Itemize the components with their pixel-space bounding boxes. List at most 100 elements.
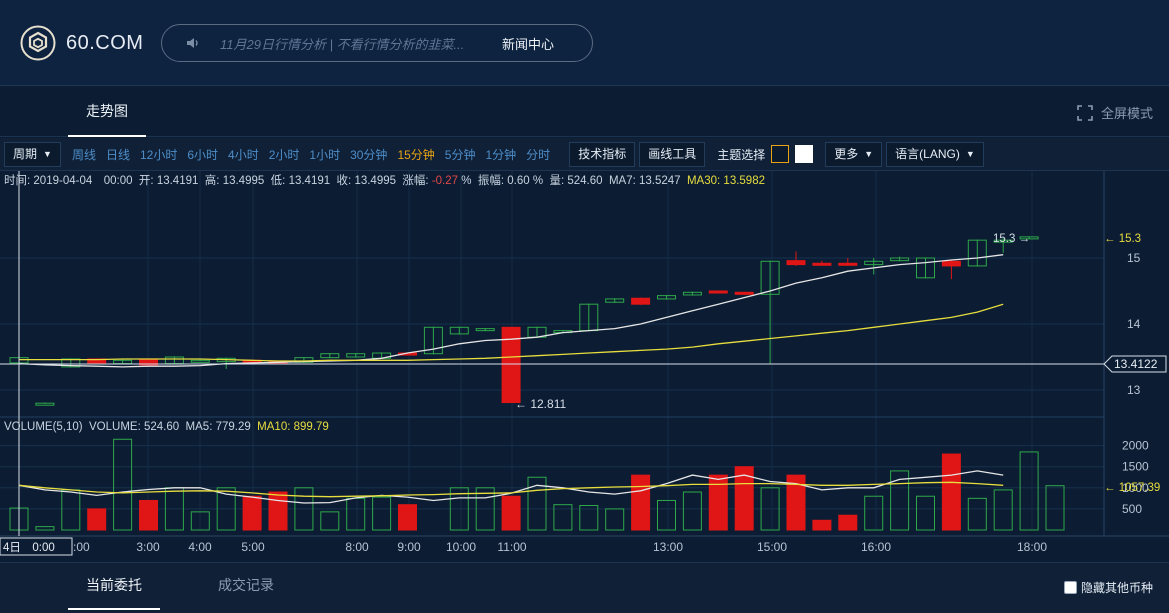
close-label: 收:: [336, 175, 352, 187]
time-tick-label: 10:00: [446, 540, 476, 554]
news-center-link[interactable]: 新闻中心: [502, 34, 554, 53]
volume-info: VOLUME(5,10) VOLUME: 524.60 MA5: 779.29 …: [4, 421, 329, 433]
low-value: 13.4191: [288, 175, 331, 187]
tab-trend[interactable]: 走势图: [68, 87, 146, 137]
period-5m[interactable]: 5分钟: [445, 146, 476, 163]
volume-bar: [993, 489, 1013, 531]
period-6h[interactable]: 6小时: [187, 146, 218, 163]
volume-bar: [1045, 485, 1065, 531]
volume-bar: [35, 526, 55, 531]
period-1m[interactable]: 1分钟: [485, 146, 516, 163]
more-label: 更多: [834, 146, 859, 161]
change-value: -0.27: [431, 175, 459, 187]
hide-other-coins-toggle[interactable]: 隐藏其他币种: [1063, 579, 1153, 596]
volume-bar: [657, 499, 676, 531]
drawing-tools-button[interactable]: 画线工具: [639, 141, 706, 167]
fullscreen-label: 全屏模式: [1100, 106, 1153, 121]
volume-bar: [501, 495, 521, 531]
hide-other-label: 隐藏其他币种: [1080, 581, 1153, 595]
fullscreen-button[interactable]: 全屏模式: [1077, 103, 1153, 122]
ma30-value: 13.5982: [723, 175, 765, 187]
chart-toolbar: 周期 ▼ 周线 日线 12小时 6小时 4小时 2小时 1小时 30分钟 15分钟…: [0, 138, 1169, 171]
last-price-marker: 15.3 →: [993, 233, 1030, 245]
close-value: 13.4995: [354, 175, 397, 187]
kline-svg[interactable]: 1514132000150010005003:00 4:00 5:00 8:00 9:0…: [0, 171, 1169, 561]
ma5-value: 779.29: [215, 421, 251, 433]
volume-bar: [398, 504, 417, 531]
more-dropdown[interactable]: 更多 ▼: [825, 141, 883, 167]
kline-chart[interactable]: 15 14 13 2000 1500 1000 500 3:00 4:00 5:00 8:00 9:0…: [0, 171, 1169, 561]
volume-bars: [9, 438, 1065, 531]
news-headline[interactable]: 11月29日行情分析 | 不看行情分析的韭菜...: [220, 34, 490, 53]
time-tick-label: 16:00: [861, 540, 891, 554]
candle: [708, 290, 728, 294]
period-daily[interactable]: 日线: [106, 146, 130, 163]
period-4h[interactable]: 4小时: [228, 146, 259, 163]
period-1h[interactable]: 1小时: [309, 146, 340, 163]
language-dropdown[interactable]: 语言(LANG) ▼: [886, 141, 984, 167]
candle: [35, 402, 55, 406]
vol-value: 524.60: [567, 175, 603, 187]
amp-value: 0.60 %: [507, 175, 544, 187]
time-tick-label: 11:00: [497, 540, 526, 554]
tab-trade-history[interactable]: 成交记录: [196, 563, 296, 610]
volume-bar: [631, 474, 651, 531]
volume-label: VOLUME:: [89, 421, 141, 433]
period-dropdown-label: 周期: [13, 146, 38, 161]
indicators-button[interactable]: 技术指标: [569, 141, 636, 167]
period-weekly[interactable]: 周线: [72, 146, 96, 163]
ohlc-info: 时间: 2019-04-04 00:00 开: 13.4191 高: 13.49…: [4, 172, 765, 188]
time-tick-label: 15:00: [757, 540, 787, 554]
volume-bar: [838, 514, 858, 531]
tab-current-orders[interactable]: 当前委托: [68, 563, 160, 610]
high-value: 13.4995: [222, 175, 265, 187]
period-12h[interactable]: 12小时: [140, 146, 177, 163]
logo-text: 60.COM: [66, 31, 144, 54]
volume-tick-label: 500: [1122, 502, 1142, 516]
news-ticker[interactable]: 11月29日行情分析 | 不看行情分析的韭菜... 新闻中心: [161, 24, 593, 62]
time-tick-label: 5:00: [241, 540, 265, 554]
candle: [838, 262, 858, 266]
theme-label: 主题选择: [717, 147, 766, 162]
amp-label: 振幅:: [477, 175, 505, 187]
volume-bar: [916, 495, 935, 531]
candle: [786, 260, 806, 266]
fullscreen-icon: [1077, 104, 1093, 121]
candle: [812, 262, 832, 266]
language-label: 语言(LANG): [895, 146, 960, 161]
volume-tick-label: 2000: [1122, 439, 1149, 453]
ma10-label: MA10:: [257, 421, 291, 433]
chart-tabs: 走势图 全屏模式: [0, 87, 1169, 137]
time-tick-label: 9:00: [397, 540, 421, 554]
period-dropdown[interactable]: 周期 ▼: [4, 141, 61, 167]
open-label: 开:: [138, 175, 154, 187]
low-label: 低:: [270, 175, 286, 187]
volume-bar: [864, 495, 884, 531]
volume-bar: [268, 491, 288, 531]
checkbox-icon[interactable]: [1063, 581, 1077, 594]
volume-value: 524.60: [143, 421, 180, 433]
period-15m[interactable]: 15分钟: [397, 146, 434, 163]
theme-dark-swatch[interactable]: [771, 145, 790, 163]
volume-bar: [320, 511, 340, 531]
caret-down-icon: ▼: [864, 148, 874, 159]
volume-bar: [372, 496, 392, 531]
time-tick-label: 18:00: [1017, 540, 1047, 554]
logo-icon: [20, 25, 56, 61]
volume-bar: [242, 495, 262, 531]
ma30-label: MA30:: [686, 175, 721, 187]
theme-light-swatch[interactable]: [795, 145, 814, 163]
time-tick-label: :00: [73, 540, 90, 554]
period-30m[interactable]: 30分钟: [350, 146, 387, 163]
price-tick-label: 13: [1127, 383, 1141, 397]
volume-bar: [708, 474, 728, 531]
volume-bar: [113, 438, 133, 531]
price-tick-label: 14: [1127, 317, 1141, 331]
logo[interactable]: 60.COM: [20, 25, 143, 61]
candles: [9, 236, 1039, 406]
volume-bar: [812, 519, 832, 531]
time-tick-label: 3:00: [136, 540, 160, 554]
open-value: 13.4191: [156, 175, 199, 187]
period-timeshare[interactable]: 分时: [526, 146, 550, 163]
period-2h[interactable]: 2小时: [269, 146, 300, 163]
